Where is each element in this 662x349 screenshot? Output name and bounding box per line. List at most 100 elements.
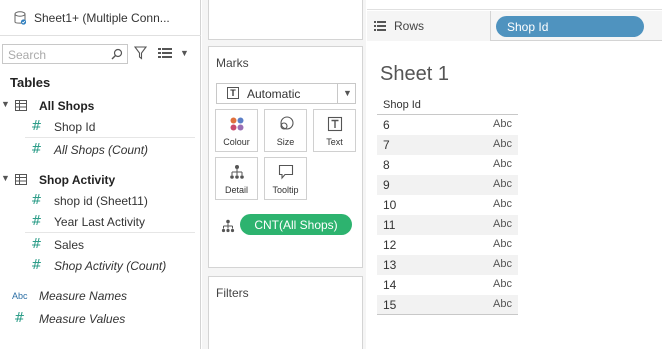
row-value: Abc [493,198,512,210]
row-key: 9 [383,178,390,192]
button-label: Size [276,137,295,147]
table-icon [15,174,27,185]
filters-card[interactable]: Filters [208,276,363,349]
tooltip-button[interactable]: Tooltip [264,157,307,200]
datasource-row[interactable]: Sheet1+ (Multiple Conn... [0,0,201,36]
table-row[interactable]: 12 Abc [377,235,518,255]
mark-type-dropdown[interactable]: T Automatic ▼ [216,83,356,104]
cnt-all-shops-pill[interactable]: CNT(All Shops) [240,214,352,235]
button-label: Colour [223,137,250,147]
button-label: Detail [224,185,248,195]
text-icon [327,116,343,132]
measure-values-field[interactable]: # Measure Values [0,308,201,330]
row-value: Abc [493,118,512,130]
row-key: 15 [383,298,397,312]
table-row[interactable]: 10 Abc [377,195,518,215]
field-item[interactable]: # Shop Activity (Count) [25,255,195,277]
table-row[interactable]: 15 Abc [377,295,518,315]
row-key: 6 [383,118,390,132]
field-item[interactable]: # Year Last Activity [25,211,195,233]
chevron-down-icon[interactable]: ▼ [180,48,189,58]
table-row[interactable]: 7 Abc [377,135,518,155]
row-value: Abc [493,258,512,270]
measure-hash-icon: # [31,193,42,208]
row-key: 8 [383,158,390,172]
tooltip-icon [278,164,294,180]
rows-shelf[interactable]: Rows Shop Id [367,11,662,41]
table-shop-activity[interactable]: ▼ Shop Activity [0,170,201,190]
size-button[interactable]: Size [264,109,307,152]
row-key: 11 [383,218,396,232]
measure-hash-icon: # [31,142,42,157]
colour-icon [230,117,244,131]
row-key: 14 [383,278,397,292]
tables-heading: Tables [10,75,51,90]
field-label: Shop Activity (Count) [54,259,167,273]
datasource-icon [14,11,26,25]
marks-title: Marks [216,56,249,70]
pill-label: Shop Id [507,20,549,34]
table-row[interactable]: 14 Abc [377,275,518,295]
row-value: Abc [493,158,512,170]
field-label: Year Last Activity [54,215,145,229]
field-item[interactable]: # Shop Id [25,116,195,138]
pill-label: CNT(All Shops) [254,218,338,232]
colour-button[interactable]: Colour [215,109,258,152]
measure-hash-icon: # [31,119,42,134]
chevron-down-icon: ▼ [343,88,352,98]
button-label: Text [326,137,343,147]
row-key: 10 [383,198,397,212]
shop-id-pill[interactable]: Shop Id [496,16,644,37]
row-value: Abc [493,238,512,250]
datasource-title: Sheet1+ (Multiple Conn... [34,11,170,25]
rows-icon [374,21,386,31]
text-button[interactable]: Text [313,109,356,152]
row-key: 13 [383,258,397,272]
text-mark-icon: T [227,87,239,99]
collapse-caret-icon[interactable]: ▼ [1,173,10,183]
collapse-caret-icon[interactable]: ▼ [1,99,10,109]
filter-icon[interactable] [134,46,147,60]
column-header[interactable]: Shop Id [377,97,518,115]
row-value: Abc [493,138,512,150]
sheet-title: Sheet 1 [380,63,449,85]
mark-type-value: Automatic [247,87,301,101]
search-field[interactable]: Search [2,44,128,64]
search-placeholder: Search [8,48,47,62]
string-abc-icon: Abc [12,291,28,301]
columns-shelf[interactable] [367,0,662,10]
table-icon [15,100,27,111]
field-label: Measure Names [39,289,128,303]
field-item[interactable]: # All Shops (Count) [25,139,195,161]
field-item[interactable]: # Sales [25,234,195,256]
table-divider [377,314,518,315]
table-row[interactable]: 13 Abc [377,255,518,275]
measure-hash-icon: # [31,237,42,252]
table-all-shops[interactable]: ▼ All Shops [0,96,201,116]
table-row[interactable]: 9 Abc [377,175,518,195]
measure-hash-icon: # [14,311,25,326]
cards-pane: Marks T Automatic ▼ Colour Size Text Det… [202,0,366,349]
rows-shelf-label: Rows [367,11,491,41]
row-value: Abc [493,298,512,310]
measure-names-field[interactable]: Abc Measure Names [0,285,201,307]
measure-hash-icon: # [31,258,42,273]
table-name: All Shops [39,99,95,113]
table-row[interactable]: 11 Abc [377,215,518,235]
size-icon [280,116,294,130]
pages-card[interactable] [208,0,363,40]
table-row[interactable]: 6 Abc [377,115,518,135]
dropdown-button[interactable]: ▼ [337,84,355,103]
field-item[interactable]: # shop id (Sheet11) [25,190,195,212]
detail-button[interactable]: Detail [215,157,258,200]
measure-hash-icon: # [31,214,42,229]
field-label: Sales [54,238,85,252]
data-pane: Sheet1+ (Multiple Conn... Search ▼ Table… [0,0,201,349]
marks-card: Marks T Automatic ▼ Colour Size Text Det… [208,46,363,268]
row-key: 7 [383,138,390,152]
field-label: All Shops (Count) [54,143,149,157]
list-view-icon[interactable] [158,47,172,59]
table-name: Shop Activity [39,173,116,187]
filters-title: Filters [216,286,249,300]
table-row[interactable]: 8 Abc [377,155,518,175]
